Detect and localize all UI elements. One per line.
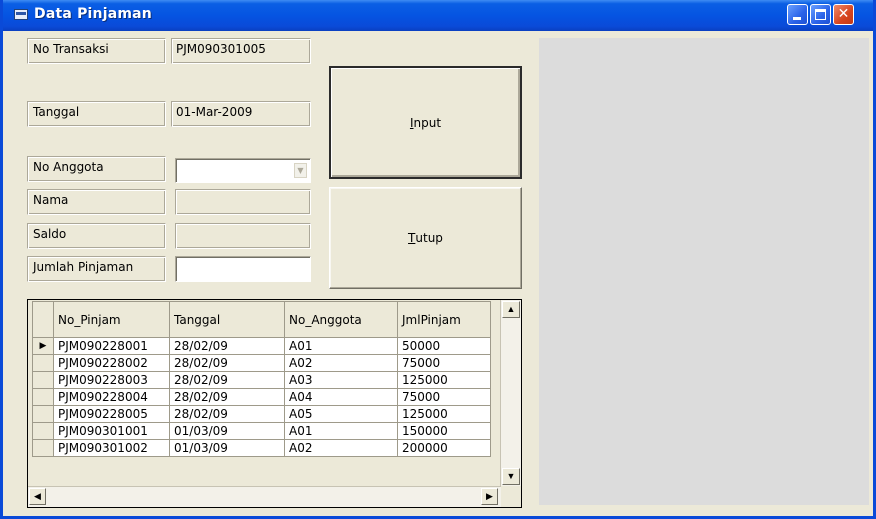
- nama-label: Nama: [27, 189, 166, 215]
- cell-jmlpinjam[interactable]: 50000: [397, 337, 491, 355]
- cell-no-pinjam[interactable]: PJM090228004: [53, 388, 170, 406]
- row-selector[interactable]: [32, 371, 54, 389]
- table-row[interactable]: ▶ PJM090228001 28/02/09 A01 50000: [32, 337, 491, 355]
- cell-tanggal[interactable]: 28/02/09: [169, 354, 285, 372]
- cell-tanggal[interactable]: 28/02/09: [169, 371, 285, 389]
- cell-jmlpinjam[interactable]: 150000: [397, 422, 491, 440]
- input-button-label: nput: [413, 115, 442, 130]
- row-selector[interactable]: [32, 439, 54, 457]
- gray-panel: [539, 38, 869, 505]
- input-button[interactable]: Input: [329, 66, 522, 179]
- table-row[interactable]: PJM090228004 28/02/09 A04 75000: [32, 388, 491, 406]
- window-app-icon[interactable]: [14, 9, 28, 20]
- combo-arrow-icon[interactable]: ▼: [294, 163, 307, 178]
- table-row[interactable]: PJM090228002 28/02/09 A02 75000: [32, 354, 491, 372]
- cell-no-pinjam[interactable]: PJM090228001: [53, 337, 170, 355]
- tanggal-label: Tanggal: [27, 101, 166, 127]
- jumlah-pinjaman-input[interactable]: [175, 256, 311, 282]
- cell-no-pinjam[interactable]: PJM090228005: [53, 405, 170, 423]
- title-bar[interactable]: Data Pinjaman ✕: [3, 0, 873, 31]
- table-row[interactable]: PJM090301002 01/03/09 A02 200000: [32, 439, 491, 457]
- cell-jmlpinjam[interactable]: 125000: [397, 371, 491, 389]
- scrollbar-corner: [501, 487, 521, 507]
- cell-jmlpinjam[interactable]: 75000: [397, 354, 491, 372]
- saldo-field: [175, 223, 311, 249]
- cell-no-anggota[interactable]: A05: [284, 405, 398, 423]
- grid-header-selector: [32, 301, 54, 338]
- cell-no-pinjam[interactable]: PJM090301002: [53, 439, 170, 457]
- maximize-icon: [815, 9, 826, 20]
- tanggal-field: 01-Mar-2009: [171, 101, 311, 127]
- row-pointer-icon: ▶: [32, 337, 54, 355]
- row-selector[interactable]: [32, 405, 54, 423]
- tutup-button-label: utup: [415, 231, 443, 245]
- cell-jmlpinjam[interactable]: 200000: [397, 439, 491, 457]
- cell-jmlpinjam[interactable]: 125000: [397, 405, 491, 423]
- table-row[interactable]: PJM090301001 01/03/09 A01 150000: [32, 422, 491, 440]
- cell-tanggal[interactable]: 28/02/09: [169, 337, 285, 355]
- cell-no-anggota[interactable]: A04: [284, 388, 398, 406]
- column-header-jmlpinjam[interactable]: JmlPinjam: [397, 301, 491, 338]
- no-anggota-combo[interactable]: ▼: [175, 158, 311, 183]
- maximize-button[interactable]: [810, 4, 831, 25]
- column-header-no-pinjam[interactable]: No_Pinjam: [53, 301, 170, 338]
- jumlah-pinjaman-label: Jumlah Pinjaman: [27, 256, 166, 282]
- nama-field: [175, 189, 311, 215]
- tutup-button-mnemonic: T: [408, 231, 416, 245]
- cell-no-pinjam[interactable]: PJM090228003: [53, 371, 170, 389]
- window-title: Data Pinjaman: [34, 6, 152, 22]
- no-anggota-label: No Anggota: [27, 156, 166, 182]
- data-grid[interactable]: No_Pinjam Tanggal No_Anggota JmlPinjam ▶…: [27, 299, 522, 508]
- scroll-left-icon[interactable]: ◀: [29, 488, 46, 505]
- horizontal-scrollbar[interactable]: ◀ ▶: [28, 486, 501, 507]
- cell-no-pinjam[interactable]: PJM090228002: [53, 354, 170, 372]
- scroll-down-icon[interactable]: ▼: [502, 468, 520, 485]
- minimize-icon: [793, 17, 801, 20]
- cell-jmlpinjam[interactable]: 75000: [397, 388, 491, 406]
- no-transaksi-field: PJM090301005: [171, 38, 311, 64]
- close-icon: ✕: [837, 6, 850, 22]
- scroll-right-icon[interactable]: ▶: [481, 488, 498, 505]
- grid-header-row: No_Pinjam Tanggal No_Anggota JmlPinjam: [32, 301, 491, 338]
- no-transaksi-label: No Transaksi: [27, 38, 166, 64]
- table-row[interactable]: PJM090228005 28/02/09 A05 125000: [32, 405, 491, 423]
- cell-no-pinjam[interactable]: PJM090301001: [53, 422, 170, 440]
- grid-table: No_Pinjam Tanggal No_Anggota JmlPinjam ▶…: [32, 301, 491, 457]
- minimize-button[interactable]: [787, 4, 808, 25]
- saldo-label: Saldo: [27, 223, 166, 249]
- column-header-tanggal[interactable]: Tanggal: [169, 301, 285, 338]
- close-button[interactable]: ✕: [833, 4, 854, 25]
- cell-no-anggota[interactable]: A03: [284, 371, 398, 389]
- table-row[interactable]: PJM090228003 28/02/09 A03 125000: [32, 371, 491, 389]
- cell-tanggal[interactable]: 28/02/09: [169, 405, 285, 423]
- vertical-scrollbar[interactable]: ▲ ▼: [500, 300, 521, 486]
- cell-no-anggota[interactable]: A02: [284, 439, 398, 457]
- cell-no-anggota[interactable]: A01: [284, 422, 398, 440]
- cell-no-anggota[interactable]: A01: [284, 337, 398, 355]
- row-selector[interactable]: [32, 354, 54, 372]
- row-selector[interactable]: [32, 388, 54, 406]
- cell-no-anggota[interactable]: A02: [284, 354, 398, 372]
- column-header-no-anggota[interactable]: No_Anggota: [284, 301, 398, 338]
- main-window: Data Pinjaman ✕ No Transaksi PJM09030100…: [0, 0, 876, 519]
- row-selector[interactable]: [32, 422, 54, 440]
- scroll-up-icon[interactable]: ▲: [502, 301, 520, 318]
- cell-tanggal[interactable]: 28/02/09: [169, 388, 285, 406]
- cell-tanggal[interactable]: 01/03/09: [169, 422, 285, 440]
- cell-tanggal[interactable]: 01/03/09: [169, 439, 285, 457]
- tutup-button[interactable]: Tutup: [329, 187, 522, 289]
